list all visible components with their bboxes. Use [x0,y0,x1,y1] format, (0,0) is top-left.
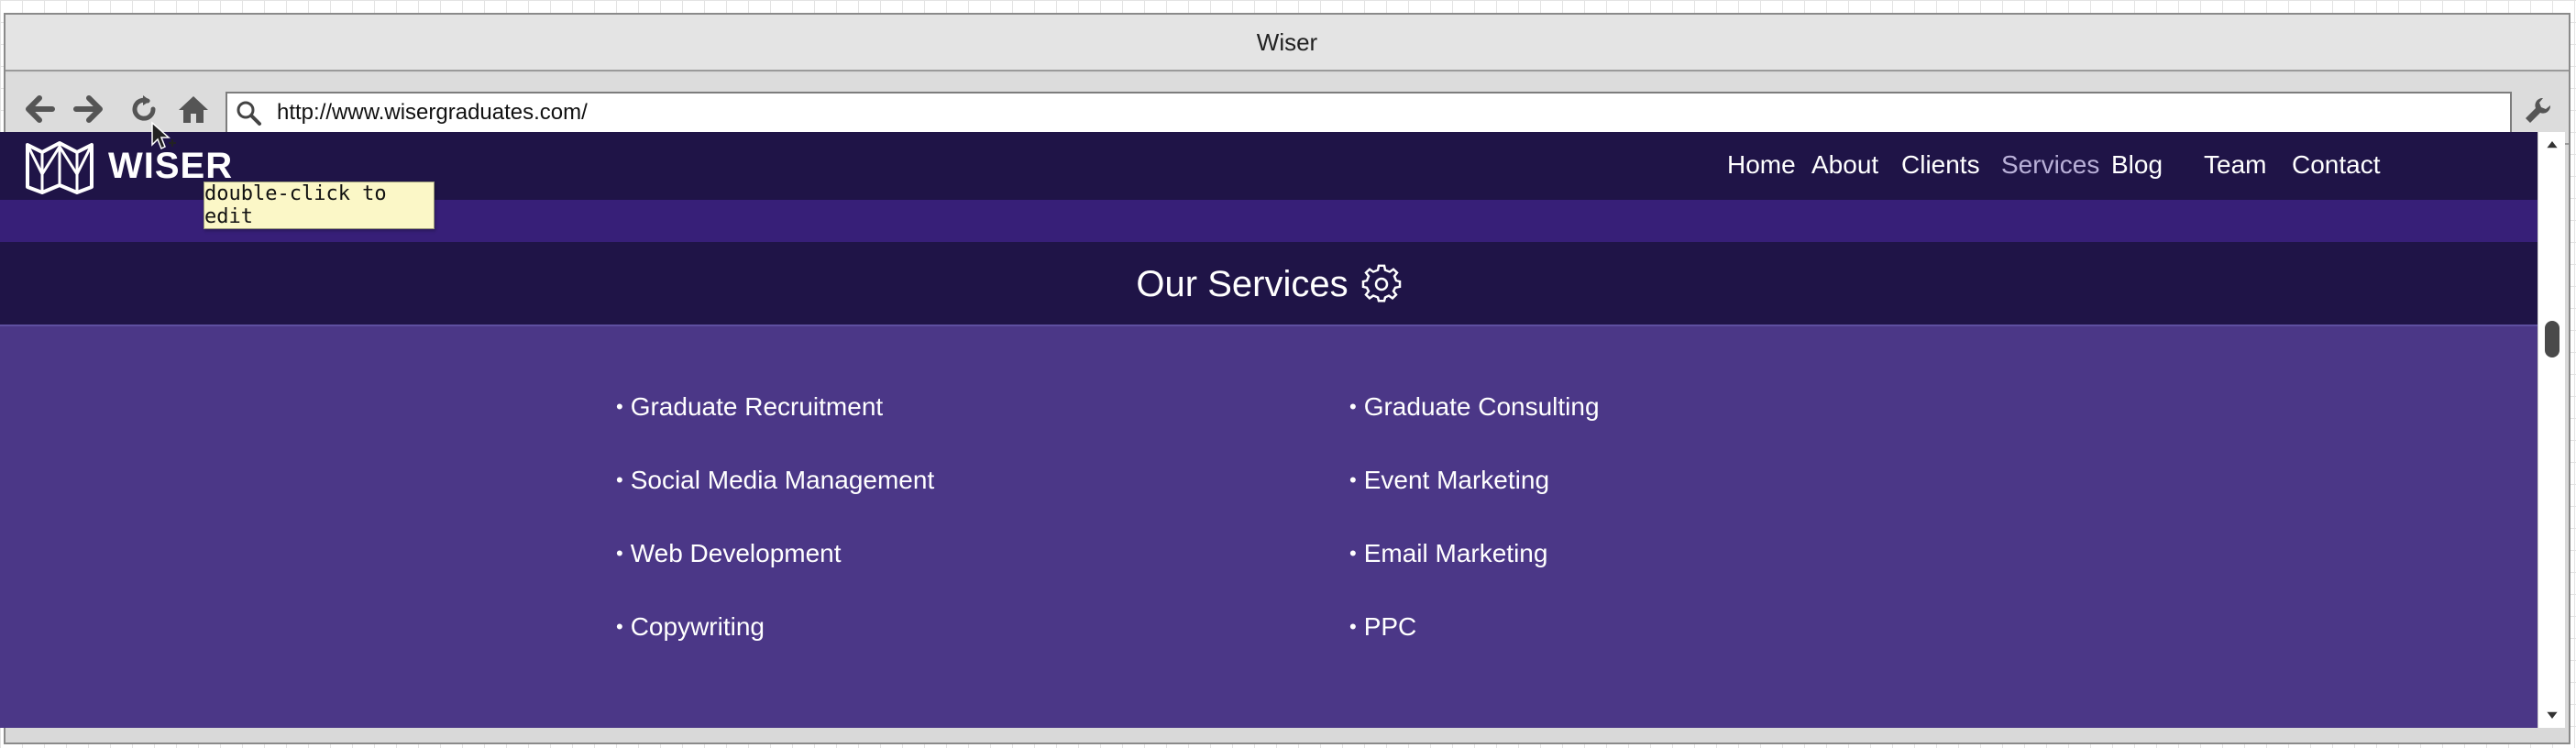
list-item: • Copywriting [616,612,765,641]
settings-button[interactable] [2517,90,2559,132]
vertical-scrollbar[interactable] [2537,132,2565,728]
tooltip: double-click to edit [204,182,435,229]
window-title: Wiser [1256,28,1318,56]
wrench-icon [2526,97,2551,123]
list-item: • Graduate Recruitment [616,392,884,421]
arrow-right-icon [73,95,103,123]
nav-services[interactable]: Services [2001,150,2099,180]
nav-team[interactable]: Team [2204,150,2266,180]
services-list-left: • Graduate Recruitment • Social Media Mana… [616,392,934,686]
home-button[interactable] [172,88,215,130]
section-title: Our Services [1136,263,1349,304]
nav-home[interactable]: Home [1727,150,1796,180]
list-item: • Email Marketing [1349,539,1548,567]
nav-about[interactable]: About [1811,150,1878,180]
section-title-bar: Our Services [0,242,2537,326]
list-item: • Social Media Management [616,466,935,494]
search-icon [227,94,270,132]
address-bar[interactable] [226,92,2512,134]
desktop-background: Wiser http://www.wisergraduates.com/ WIS… [0,0,2576,748]
scroll-down-button[interactable] [2543,706,2561,724]
list-item: • Event Marketing [1349,466,1550,494]
title-bar: Wiser [6,15,2569,72]
back-button[interactable] [18,88,61,130]
wiser-logo-icon [26,141,94,194]
scroll-up-button[interactable] [2543,136,2561,154]
site-logo[interactable]: WISER [24,138,233,194]
triangle-down-icon [2547,711,2558,719]
services-list-right: • Graduate Consulting • Event Marketing • E… [1349,392,1600,686]
nav-clients[interactable]: Clients [1901,150,1980,180]
gear-icon[interactable] [1361,264,1402,304]
forward-button[interactable] [68,88,110,130]
mouse-cursor-icon [151,121,176,150]
list-item: • Graduate Consulting [1349,392,1600,421]
triangle-up-icon [2547,141,2558,148]
list-item: • PPC [1349,612,1417,641]
arrow-left-icon [26,95,55,123]
scroll-thumb[interactable] [2545,321,2559,358]
list-item: • Web Development [616,539,842,567]
nav-blog[interactable]: Blog [2111,150,2163,180]
nav-contact[interactable]: Contact [2292,150,2381,180]
home-icon [179,96,208,123]
url-input[interactable] [270,94,2488,131]
